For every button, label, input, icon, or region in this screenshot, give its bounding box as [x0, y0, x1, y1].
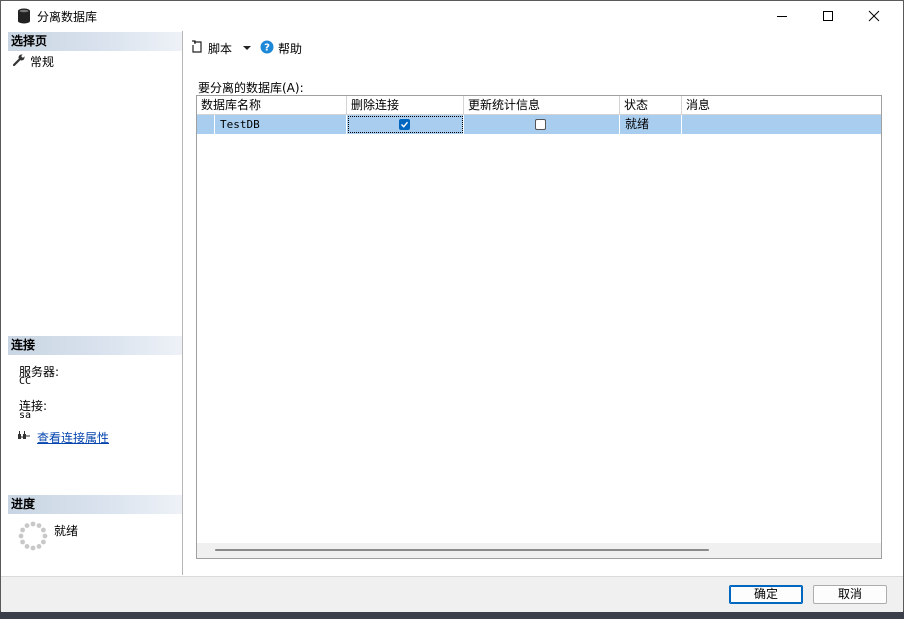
wrench-icon	[12, 53, 26, 70]
column-header-message[interactable]: 消息	[682, 96, 881, 114]
grid-header: 数据库名称 删除连接 更新统计信息 状态 消息	[197, 96, 881, 115]
cell-status: 就绪	[620, 115, 682, 134]
plug-icon	[17, 430, 31, 445]
server-value: CC	[19, 376, 32, 387]
close-button[interactable]	[851, 1, 897, 31]
cell-update-statistics[interactable]	[464, 115, 620, 134]
help-button[interactable]: ? 帮助	[260, 40, 302, 57]
script-label: 脚本	[208, 41, 233, 56]
column-header-update-statistics[interactable]: 更新统计信息	[464, 96, 620, 114]
checkmark-icon	[401, 121, 409, 128]
row-indicator	[197, 115, 215, 134]
chevron-down-icon	[242, 41, 252, 55]
update-statistics-checkbox[interactable]	[535, 119, 546, 130]
horizontal-scrollbar[interactable]	[197, 543, 881, 558]
help-label: 帮助	[278, 41, 303, 56]
scrollbar-thumb[interactable]	[215, 549, 709, 551]
column-header-drop-connections[interactable]: 删除连接	[347, 96, 464, 114]
cell-drop-connections[interactable]	[347, 115, 464, 134]
column-header-name[interactable]: 数据库名称	[197, 96, 347, 114]
help-icon: ?	[260, 40, 274, 57]
toolbar: 脚本 ? 帮助	[190, 39, 302, 57]
title-bar[interactable]: 分离数据库	[1, 1, 903, 31]
database-icon	[17, 8, 31, 27]
view-connection-properties-label: 查看连接属性	[37, 431, 110, 445]
drop-connections-checkbox[interactable]	[399, 119, 410, 130]
databases-grid-label: 要分离的数据库(A):	[198, 81, 304, 95]
column-header-status[interactable]: 状态	[620, 96, 682, 114]
nav-item-general[interactable]: 常规	[12, 53, 54, 69]
taskbar-edge	[0, 611, 904, 619]
minimize-button[interactable]	[759, 1, 805, 31]
svg-text:?: ?	[264, 42, 270, 53]
databases-grid[interactable]: 数据库名称 删除连接 更新统计信息 状态 消息 TestDB 就绪	[196, 95, 882, 559]
window-title: 分离数据库	[37, 10, 98, 24]
nav-item-label: 常规	[30, 54, 55, 69]
connection-value: sa	[19, 410, 32, 421]
cell-database-name: TestDB	[215, 115, 347, 134]
spinner-icon	[18, 521, 48, 554]
cell-message	[682, 115, 881, 134]
script-dropdown-button[interactable]	[242, 41, 252, 55]
maximize-icon	[823, 11, 833, 21]
maximize-button[interactable]	[805, 1, 851, 31]
progress-header: 进度	[8, 495, 182, 514]
table-row[interactable]: TestDB 就绪	[197, 115, 881, 134]
left-pane: 选择页 常规 连接 服务器: CC 连接: sa 查看连接属性 进度 就绪	[8, 31, 183, 575]
select-page-header: 选择页	[8, 32, 182, 51]
ok-button[interactable]: 确定	[729, 585, 803, 604]
connection-header: 连接	[8, 336, 182, 355]
minimize-icon	[777, 16, 787, 17]
script-icon	[190, 39, 204, 57]
script-button[interactable]: 脚本	[190, 39, 233, 57]
progress-status: 就绪	[54, 524, 79, 538]
view-connection-properties-link[interactable]: 查看连接属性	[17, 429, 109, 446]
close-icon	[868, 10, 880, 22]
cancel-button[interactable]: 取消	[813, 585, 887, 604]
